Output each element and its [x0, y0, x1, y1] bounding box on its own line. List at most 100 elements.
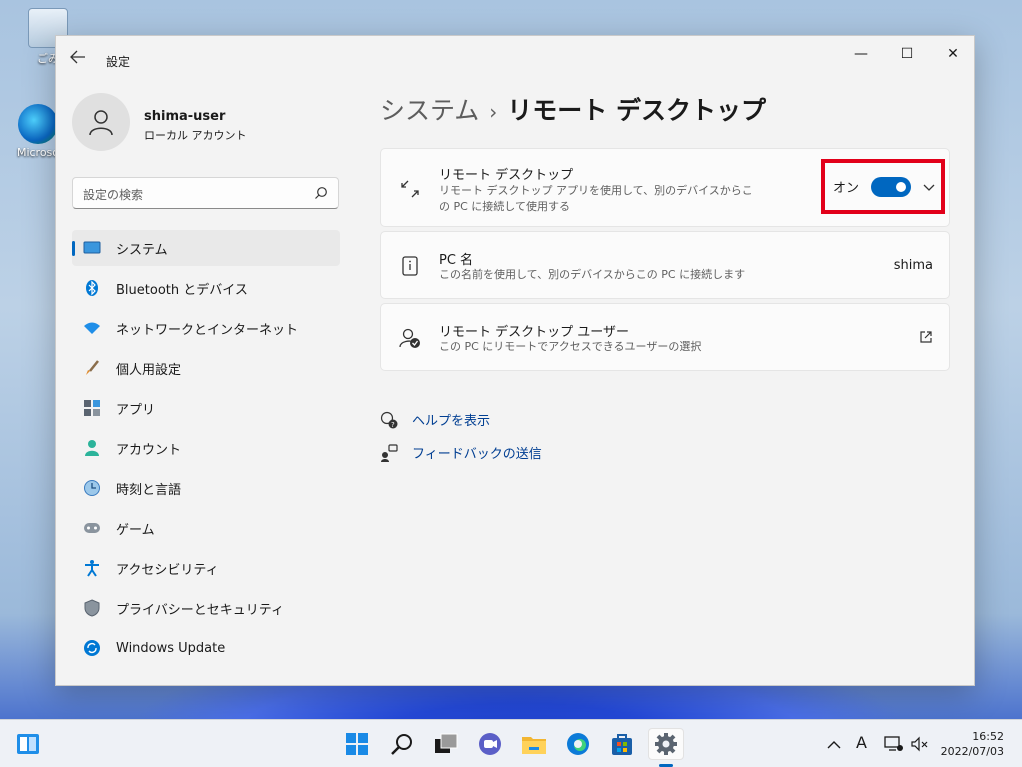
search-icon	[391, 734, 412, 755]
system-icon	[83, 239, 101, 257]
sidebar-item-bluetooth[interactable]: Bluetooth とデバイス	[72, 270, 340, 306]
sidebar-item-label: 個人用設定	[116, 362, 182, 378]
store-button[interactable]	[608, 730, 636, 758]
store-icon	[612, 734, 632, 755]
svg-text:?: ?	[391, 421, 395, 429]
chevron-down-icon[interactable]	[923, 181, 935, 193]
clock-time: 16:52	[972, 730, 1004, 743]
sidebar-item-label: ゲーム	[116, 522, 155, 538]
sidebar-item-personalization[interactable]: 個人用設定	[72, 350, 340, 386]
apps-icon	[83, 399, 101, 417]
remote-users-title: リモート デスクトップ ユーザー	[439, 325, 630, 340]
pc-name-value: shima	[893, 258, 933, 273]
edge-icon	[18, 104, 58, 144]
user-check-icon	[399, 327, 421, 349]
task-view-icon	[435, 733, 458, 753]
settings-window: 設定 — ☐ ✕ shima-user ローカル アカウント 設定の検索 システ…	[55, 35, 975, 686]
user-name: shima-user	[144, 109, 226, 124]
help-link-label: ヘルプを表示	[412, 414, 491, 429]
feedback-icon	[380, 443, 398, 462]
sidebar-item-label: Bluetooth とデバイス	[116, 282, 248, 298]
settings-taskbar-button[interactable]	[648, 728, 684, 760]
file-explorer-button[interactable]	[520, 730, 548, 758]
update-icon	[83, 639, 101, 657]
network-icon[interactable]	[884, 736, 904, 752]
account-type: ローカル アカウント	[144, 129, 247, 142]
sidebar-item-gaming[interactable]: ゲーム	[72, 510, 340, 546]
chevron-up-icon[interactable]	[827, 739, 841, 749]
feedback-link-label: フィードバックの送信	[412, 447, 542, 462]
remote-users-description: この PC にリモートでアクセスできるユーザーの選択	[439, 340, 702, 353]
help-icon: ?	[380, 411, 398, 429]
sidebar-item-windows-update[interactable]: Windows Update	[72, 630, 340, 666]
remote-desktop-toggle-highlight: オン	[821, 159, 945, 214]
pc-name-title: PC 名	[439, 253, 474, 268]
remote-desktop-description: リモート デスクトップ アプリを使用して、別のデバイスからこの PC に接続して…	[439, 184, 753, 213]
sidebar-item-accounts[interactable]: アカウント	[72, 430, 340, 466]
accessibility-icon	[83, 559, 101, 577]
remote-desktop-title: リモート デスクトップ	[439, 168, 574, 183]
sidebar-item-label: アカウント	[116, 442, 182, 458]
title-bar: 設定 — ☐ ✕	[56, 36, 974, 76]
person-icon	[89, 110, 113, 136]
account-icon	[83, 439, 101, 457]
speaker-muted-icon[interactable]	[910, 736, 930, 752]
pc-name-description: この名前を使用して、別のデバイスからこの PC に接続します	[439, 268, 746, 281]
clock-date: 2022/07/03	[940, 745, 1004, 758]
feedback-link[interactable]: フィードバックの送信	[380, 436, 542, 469]
remote-desktop-toggle[interactable]	[871, 176, 912, 197]
settings-search-input[interactable]: 設定の検索	[72, 177, 339, 209]
search-icon	[315, 187, 327, 199]
task-view-button[interactable]	[432, 730, 460, 758]
folder-icon	[522, 737, 546, 754]
app-title: 設定	[106, 55, 131, 69]
clock[interactable]: 16:52 2022/07/03	[941, 729, 1004, 759]
shield-icon	[83, 599, 101, 617]
sidebar-item-label: プライバシーとセキュリティ	[116, 602, 284, 618]
breadcrumb-separator: ›	[489, 100, 498, 124]
start-button[interactable]	[343, 730, 371, 758]
sidebar-item-accessibility[interactable]: アクセシビリティ	[72, 550, 340, 586]
sidebar-item-label: Windows Update	[116, 640, 226, 656]
edge-shortcut-label: Microso	[16, 146, 60, 159]
sidebar-item-privacy[interactable]: プライバシーとセキュリティ	[72, 590, 340, 626]
sidebar-item-label: ネットワークとインターネット	[116, 322, 299, 338]
search-placeholder: 設定の検索	[83, 188, 144, 202]
remote-desktop-icon	[399, 178, 421, 200]
remote-desktop-card: リモート デスクトップ リモート デスクトップ アプリを使用して、別のデバイスか…	[380, 148, 950, 227]
maximize-button[interactable]: ☐	[892, 44, 922, 64]
brush-icon	[83, 359, 101, 377]
sidebar-item-system[interactable]: システム	[72, 230, 340, 266]
sidebar-item-label: システム	[116, 242, 168, 258]
minimize-button[interactable]: —	[846, 44, 876, 64]
edge-button[interactable]	[564, 730, 592, 758]
back-arrow-icon[interactable]	[70, 50, 88, 66]
avatar	[72, 93, 130, 151]
pc-name-card: PC 名 この名前を使用して、別のデバイスからこの PC に接続します shim…	[380, 231, 950, 299]
search-taskbar-button[interactable]	[388, 730, 416, 758]
sidebar-item-network[interactable]: ネットワークとインターネット	[72, 310, 340, 346]
help-link[interactable]: ? ヘルプを表示	[380, 403, 542, 436]
gear-icon	[655, 733, 677, 755]
sidebar-item-time-language[interactable]: 時刻と言語	[72, 470, 340, 506]
breadcrumb-parent[interactable]: システム	[380, 96, 479, 125]
time-language-icon	[83, 479, 101, 497]
open-external-icon	[920, 331, 932, 343]
sidebar-item-apps[interactable]: アプリ	[72, 390, 340, 426]
remote-desktop-users-card[interactable]: リモート デスクトップ ユーザー この PC にリモートでアクセスできるユーザー…	[380, 303, 950, 371]
gamepad-icon	[83, 519, 101, 537]
sidebar-nav: システム Bluetooth とデバイス ネットワークとインターネット 個人用設…	[72, 230, 340, 670]
taskbar: A 16:52 2022/07/03	[0, 719, 1022, 767]
close-button[interactable]: ✕	[938, 44, 968, 64]
chat-button[interactable]	[476, 730, 504, 758]
page-title: リモート デスクトップ	[507, 96, 766, 125]
ime-indicator[interactable]: A	[856, 733, 867, 752]
wifi-icon	[83, 319, 101, 337]
toggle-state-label: オン	[833, 181, 860, 196]
windows-logo-icon	[346, 733, 368, 755]
sidebar-item-label: 時刻と言語	[116, 482, 182, 498]
bluetooth-icon	[83, 279, 101, 297]
edge-icon	[567, 733, 589, 755]
pc-info-icon	[399, 255, 421, 277]
widgets-button[interactable]	[14, 730, 42, 758]
